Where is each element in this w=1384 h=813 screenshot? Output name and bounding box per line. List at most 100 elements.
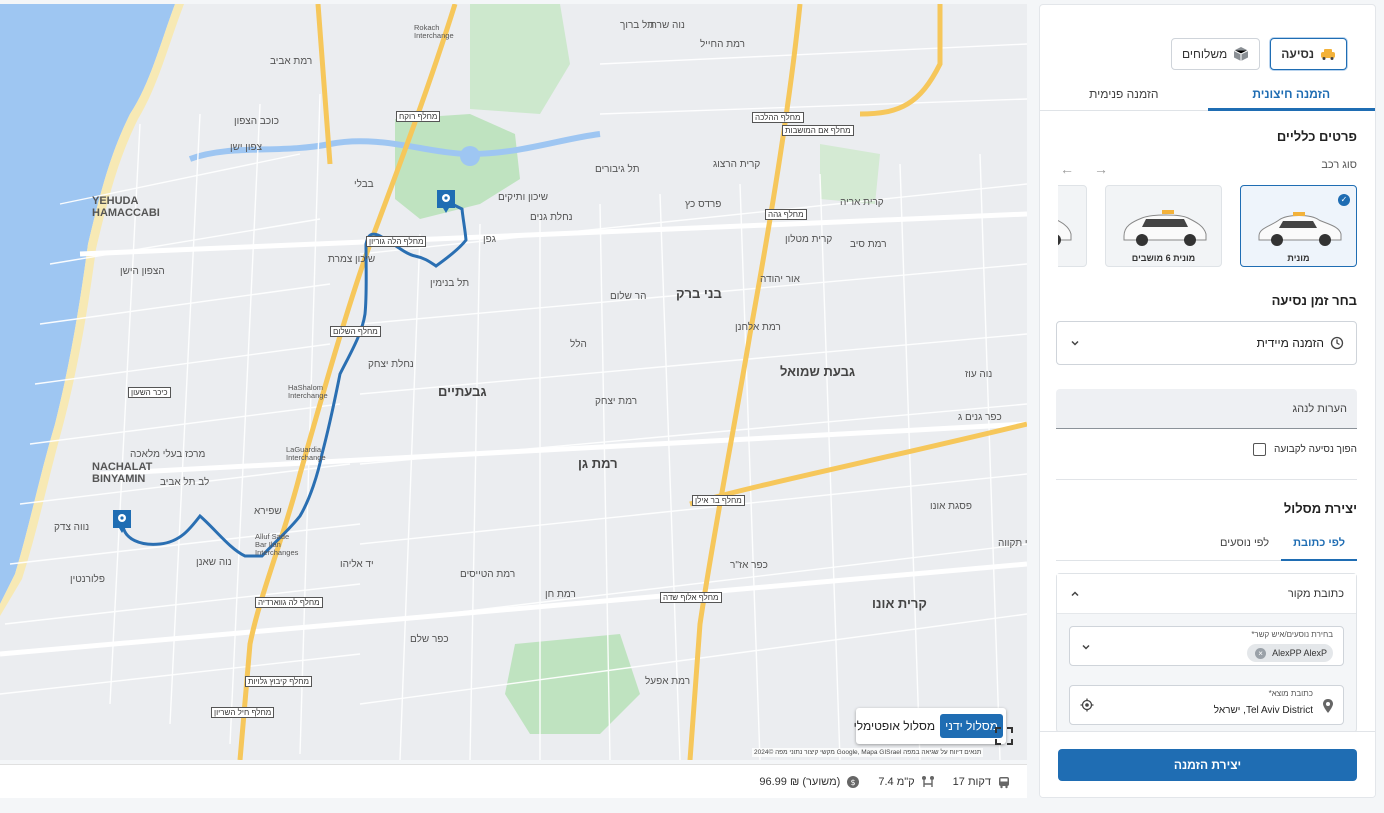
destination-pin-icon[interactable] (435, 188, 457, 214)
ride-button[interactable]: נסיעה (1270, 38, 1347, 70)
origin-field-label: כתובת מוצא* (1268, 689, 1313, 698)
create-order-footer: יצירת הזמנה (1040, 731, 1375, 797)
recurring-ride-option[interactable]: הפוך נסיעה לקבועה (1253, 443, 1357, 456)
tab-by-passengers[interactable]: לפי נוסעים (1208, 533, 1281, 560)
map-box: מחלף רוקח (396, 111, 441, 122)
map-label: מרכז בעלי מלאכה (130, 449, 206, 460)
map-label: תל ברוך (620, 20, 655, 31)
map-label: תל בנימין (430, 278, 470, 289)
origin-address-value: Tel Aviv District, ישראל (1213, 705, 1313, 716)
vehicle-name: מונית 6 מושבים (1131, 253, 1196, 263)
map-label: פרדס כץ (685, 199, 722, 210)
map-label-ramat-gan: רמת גן (578, 456, 618, 471)
map-box: מחלף לה גווארדיה (255, 597, 323, 608)
map-attribution[interactable]: מקשי קיצור נתוני מפה ©2024 Google, Mapa … (752, 748, 984, 757)
vehicle-name: ו (1058, 253, 1086, 263)
map-box: מחלף הלה גוריון (366, 236, 427, 247)
map-label: כפר שלם (410, 634, 449, 645)
origin-address-section: כתובת מקור בחירת נוסעים/איש קשר* AlexPP … (1056, 573, 1357, 733)
map-label: כפר גנים ג (958, 412, 1002, 423)
order-panel: נסיעה משלוחים הזמנה חיצונית הזמנה פנימית… (1039, 4, 1376, 798)
route-creation-title: יצירת מסלול (1283, 501, 1357, 516)
map-label: בבלי (354, 179, 374, 190)
map-label: קרית אריה (840, 197, 884, 208)
map-label: יד אליהו (340, 559, 374, 570)
tab-external-order[interactable]: הזמנה חיצונית (1207, 83, 1376, 111)
price-value: 96.99 ₪ (משוער) (759, 775, 841, 788)
map-label: הלל (570, 339, 587, 350)
vehicle-card-taxi[interactable]: ✓ מונית (1240, 185, 1357, 267)
general-details-title: פרטים כלליים (1276, 129, 1357, 144)
route-distance-icon (921, 775, 934, 787)
arrow-left-icon[interactable]: ← (1060, 161, 1074, 177)
optimal-route-button[interactable]: מסלול אופטימלי (849, 714, 941, 738)
create-order-button[interactable]: יצירת הזמנה (1058, 749, 1357, 781)
route-mode-toggle[interactable]: מסלול ידני מסלול אופטימלי (854, 708, 1006, 744)
taxi-icon (1321, 49, 1335, 60)
tab-by-address[interactable]: לפי כתובת (1281, 533, 1357, 561)
my-location-icon[interactable] (1080, 698, 1094, 712)
map-box: מחלף אם המושבות (782, 125, 854, 136)
vehicle-card-other[interactable]: ו (1058, 185, 1087, 267)
map-label: תל גיבורים (595, 164, 640, 175)
map-label: רמת אלחנן (735, 322, 781, 333)
map-label: נוה שאנן (196, 557, 232, 568)
origin-pin-icon[interactable] (111, 508, 133, 534)
map-label: רמת יצחק (595, 396, 638, 407)
map-box: מחלף בר אילן (692, 495, 745, 506)
map-label: כוכב הצפון (234, 116, 279, 127)
route-tabs: לפי כתובת לפי נוסעים (1056, 533, 1357, 561)
map-label: צפון ישן (230, 142, 263, 153)
fullscreen-icon[interactable] (994, 726, 1014, 746)
origin-address-field[interactable]: כתובת מוצא* Tel Aviv District, ישראל (1069, 685, 1344, 725)
map-box: מחלף קיבוץ גלויות (245, 676, 313, 687)
map-label: רמת אפעל (645, 676, 691, 687)
map-label: שיכון ותיקים (498, 192, 549, 203)
map-label: רמת אביב (270, 56, 313, 67)
map-label-givat-shmuel: גבעת שמואל (780, 364, 856, 379)
map-label-bnei-brak: בני ברק (676, 286, 722, 301)
ride-time-select[interactable]: הזמנה מיידית (1056, 321, 1357, 365)
map-label: רמת הטייסים (460, 569, 516, 580)
district-label-nachalat: NACHALAT BINYAMIN (92, 461, 153, 485)
map-label: כפר אז"ר (730, 560, 768, 571)
map-label-kiryat-ono: קרית אונו (872, 596, 927, 611)
duration-stat: 17 דקות (953, 775, 1011, 789)
map-label: קרית מטלון (785, 234, 833, 245)
passenger-chip-label: AlexPP AlexP (1272, 648, 1327, 658)
map-box: מחלף גהה (765, 209, 807, 220)
price-stat: 96.99 ₪ (משוער) $ (759, 775, 860, 789)
driver-notes-input[interactable]: הערות לנהג (1056, 389, 1357, 429)
map-label: נוה שרת (650, 20, 685, 31)
tab-internal-order[interactable]: הזמנה פנימית (1040, 83, 1208, 110)
vehicle-card-taxi-6[interactable]: מונית 6 מושבים (1105, 185, 1222, 267)
passenger-select[interactable]: בחירת נוסעים/איש קשר* AlexPP AlexP × (1069, 626, 1344, 666)
recurring-ride-label: הפוך נסיעה לקבועה (1274, 444, 1357, 455)
map-box: כיכר השעון (128, 387, 171, 398)
map-label-givatayim: גבעתיים (438, 384, 487, 399)
map[interactable]: YEHUDA HAMACCABI NACHALAT BINYAMIN גבעתיים… (0, 4, 1027, 760)
ride-button-label: נסיעה (1281, 47, 1314, 61)
interchange-label: LaGuardia Interchange (286, 445, 326, 462)
chevron-down-icon[interactable] (1080, 641, 1092, 653)
remove-chip-icon[interactable]: × (1255, 647, 1267, 659)
origin-accordion-header[interactable]: כתובת מקור (1057, 574, 1356, 614)
interchange-label: HaShalom Interchange (288, 383, 328, 400)
ride-time-title: בחר זמן נסיעה (1271, 293, 1357, 308)
map-label: הר שלום (610, 291, 647, 302)
check-icon: ✓ (1338, 194, 1350, 206)
interchange-label: Rokach Interchange (414, 23, 454, 40)
map-label: נווה צדק (54, 522, 90, 533)
bus-icon (999, 776, 1009, 788)
map-label: נוה עוז (965, 369, 993, 380)
taxi-van-icon (1058, 220, 1072, 246)
arrow-right-icon[interactable]: → (1094, 161, 1108, 177)
taxi-car-icon (1258, 212, 1342, 246)
origin-section-title: כתובת מקור (1287, 587, 1344, 600)
passenger-chip: AlexPP AlexP × (1247, 644, 1333, 662)
ride-time-value: הזמנה מיידית (1256, 336, 1324, 350)
ride-type-selector: נסיעה משלוחים (1171, 38, 1347, 70)
recurring-ride-checkbox[interactable] (1253, 443, 1267, 456)
deliveries-button[interactable]: משלוחים (1171, 38, 1261, 70)
chevron-up-icon (1071, 590, 1079, 596)
